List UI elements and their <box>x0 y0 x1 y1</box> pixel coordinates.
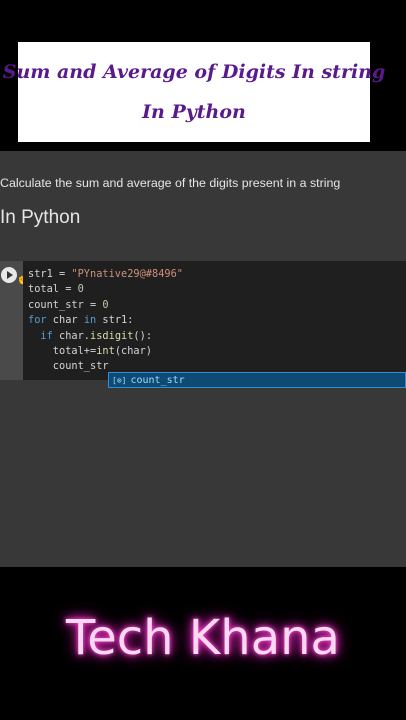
channel-brand-text: Tech Khana <box>66 610 340 666</box>
code-line-5: if char.isdigit(): <box>40 329 153 342</box>
title-line-1: Sum and Average of Digits In string <box>2 61 386 83</box>
autocomplete-label: count_str <box>130 374 185 386</box>
code-line-2: total = 0 <box>28 283 84 296</box>
variable-icon: [⊗] <box>112 375 127 385</box>
code-text[interactable]: str1 = "PYnative29@#8496" total = 0 coun… <box>28 267 183 375</box>
video-title-card: Sum and Average of Digits In string In P… <box>3 42 385 142</box>
markdown-cell-text: Calculate the sum and average of the dig… <box>0 176 341 190</box>
code-line-6: total+=int(char) <box>28 345 153 358</box>
code-line-7: count_str <box>28 360 109 373</box>
code-cell-editor[interactable]: str1 = "PYnative29@#8496" total = 0 coun… <box>23 261 406 380</box>
notebook-panel: Calculate the sum and average of the dig… <box>0 151 406 567</box>
code-line-3: count_str = 0 <box>28 298 109 311</box>
run-cell-button[interactable] <box>1 267 17 283</box>
markdown-cell-heading: In Python <box>0 207 81 228</box>
code-line-1: str1 = "PYnative29@#8496" <box>28 268 183 280</box>
title-line-2: In Python <box>142 101 246 123</box>
autocomplete-suggestion[interactable]: [⊗] count_str <box>108 372 406 388</box>
code-line-4: for char in str1: <box>28 314 134 327</box>
